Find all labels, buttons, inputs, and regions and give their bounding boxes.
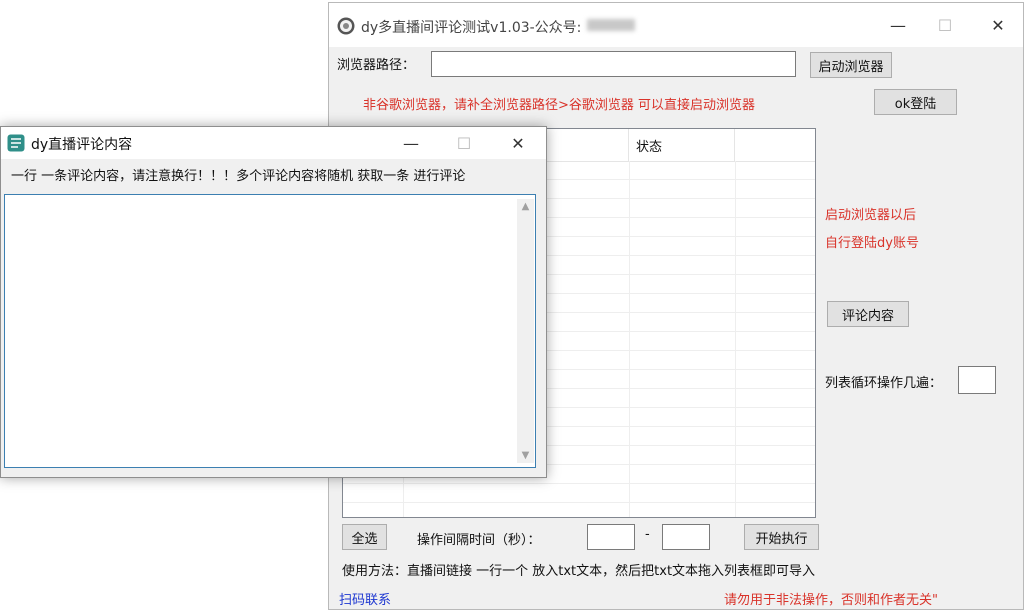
app-window-icon xyxy=(7,134,25,152)
scan-contact-link[interactable]: 扫码联系 xyxy=(339,589,391,608)
close-button[interactable]: ✕ xyxy=(975,3,1021,47)
minimize-icon: — xyxy=(890,15,906,35)
browser-notice-text: 非谷歌浏览器，请补全浏览器路径>谷歌浏览器 可以直接启动浏览器 xyxy=(363,98,756,113)
loop-count-input[interactable] xyxy=(958,366,996,394)
interval-label: 操作间隔时间（秒）： xyxy=(417,533,541,548)
scroll-down-icon[interactable]: ▼ xyxy=(517,450,534,461)
launch-browser-button[interactable]: 启动浏览器 xyxy=(810,52,892,78)
minimize-icon: — xyxy=(403,133,419,153)
comment-instruction-text: 一行 一条评论内容，请注意换行！！！多个评论内容将随机 获取一条 进行评论 xyxy=(11,169,466,184)
ok-login-button[interactable]: ok登陆 xyxy=(874,89,957,115)
minimize-button[interactable]: — xyxy=(388,127,434,159)
comment-title-bar[interactable]: dy直播评论内容 — ☐ ✕ xyxy=(1,127,546,159)
comment-content-window: dy直播评论内容 — ☐ ✕ 一行 一条评论内容，请注意换行！！！多个评论内容将… xyxy=(0,126,547,478)
maximize-icon: ☐ xyxy=(456,133,472,153)
textarea-scrollbar[interactable]: ▲ ▼ xyxy=(517,199,534,463)
select-all-button[interactable]: 全选 xyxy=(342,524,387,550)
start-execute-button[interactable]: 开始执行 xyxy=(744,524,819,550)
comment-window-title: dy直播评论内容 xyxy=(31,137,133,153)
close-icon: ✕ xyxy=(511,133,525,153)
column-header-status[interactable]: 状态 xyxy=(629,129,735,161)
legal-warning-text: 请勿用于非法操作，否则和作者无关" xyxy=(724,593,938,608)
loop-count-label: 列表循环操作几遍： xyxy=(825,376,943,391)
comment-content-button[interactable]: 评论内容 xyxy=(827,301,909,327)
interval-max-input[interactable] xyxy=(662,524,710,550)
maximize-button[interactable]: ☐ xyxy=(441,127,487,159)
browser-path-input[interactable] xyxy=(431,51,796,77)
close-icon: ✕ xyxy=(991,15,1005,35)
close-button[interactable]: ✕ xyxy=(495,127,541,159)
app-logo-icon xyxy=(337,17,355,35)
table-row[interactable] xyxy=(343,484,815,503)
column-header[interactable] xyxy=(735,129,815,161)
comment-content-textarea[interactable] xyxy=(4,194,536,468)
main-window-title: dy多直播间评论测试v1.03-公众号: xyxy=(361,20,582,36)
hint-login-account: 自行登陆dy账号 xyxy=(825,236,919,251)
blurred-account-name xyxy=(587,19,635,31)
usage-instructions: 使用方法：直播间链接 一行一个 放入txt文本，然后把txt文本拖入列表框即可导… xyxy=(342,564,816,579)
browser-path-label: 浏览器路径： xyxy=(337,58,416,73)
minimize-button[interactable]: — xyxy=(875,3,921,47)
hint-launch-browser: 启动浏览器以后 xyxy=(825,208,917,223)
maximize-button[interactable]: ☐ xyxy=(922,3,968,47)
interval-separator: - xyxy=(645,527,650,542)
interval-min-input[interactable] xyxy=(587,524,635,550)
scroll-up-icon[interactable]: ▲ xyxy=(517,201,534,212)
main-title-bar[interactable]: dy多直播间评论测试v1.03-公众号: — ☐ ✕ xyxy=(329,3,1023,47)
table-row[interactable] xyxy=(343,503,815,517)
maximize-icon: ☐ xyxy=(937,15,953,35)
